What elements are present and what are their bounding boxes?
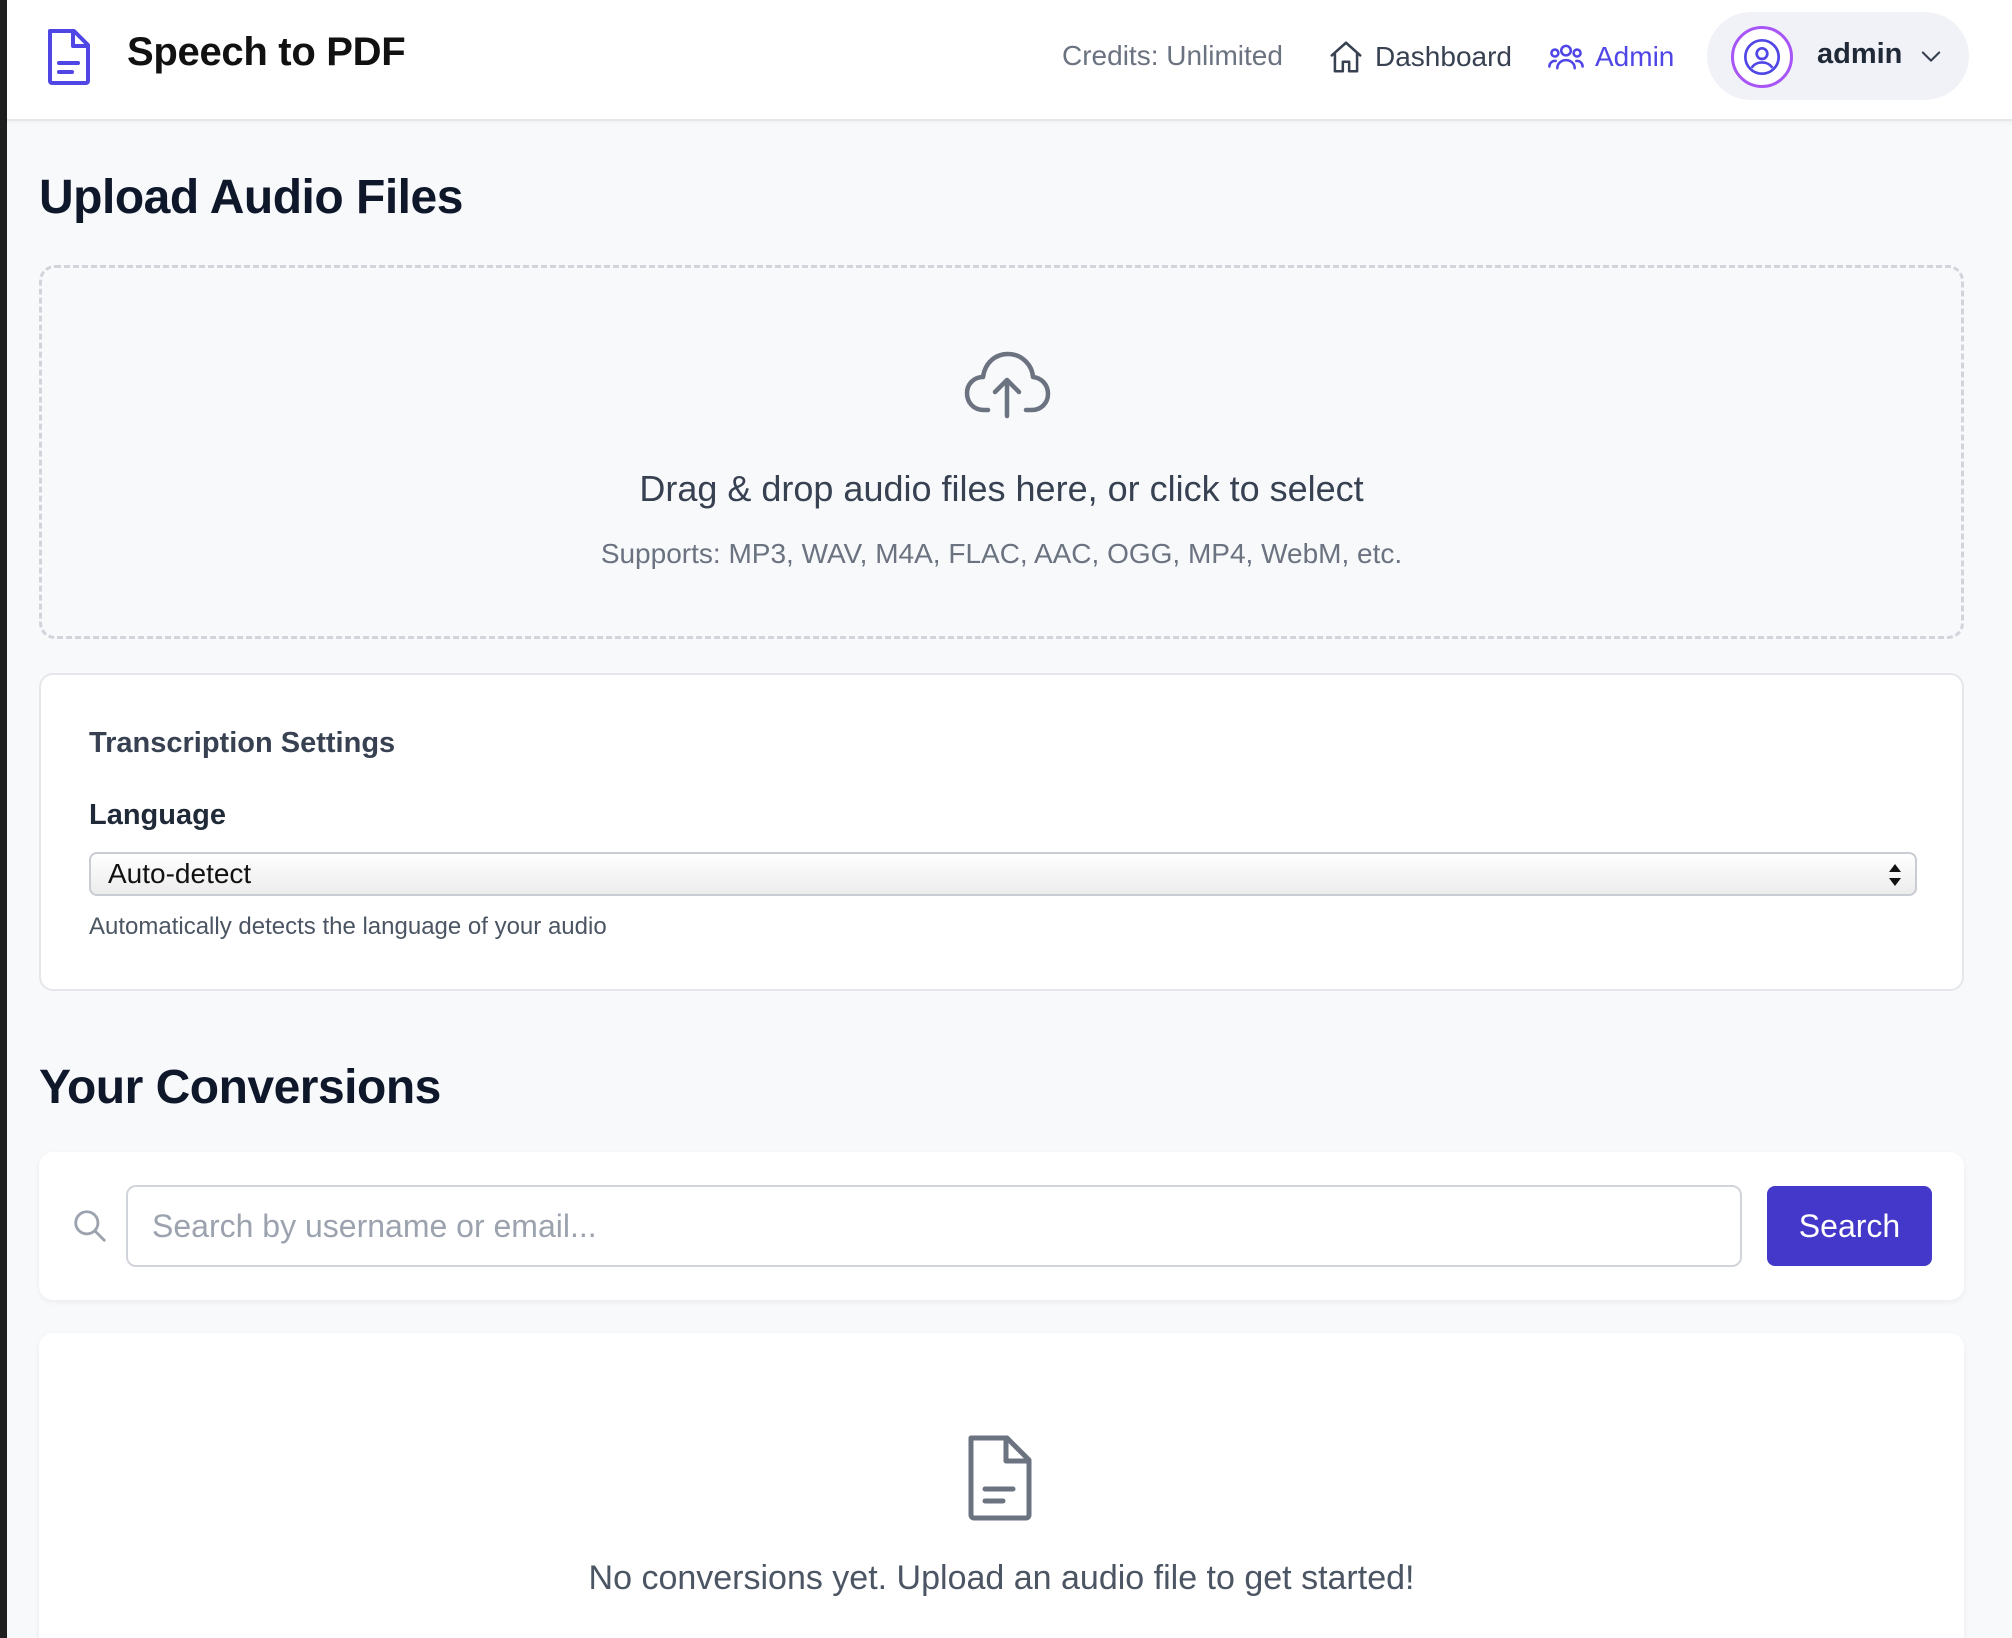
dropzone-title: Drag & drop audio files here, or click t… — [639, 468, 1364, 509]
conversions-heading: Your Conversions — [39, 1061, 441, 1114]
file-dropzone[interactable]: Drag & drop audio files here, or click t… — [39, 265, 1964, 639]
conversions-empty-state: No conversions yet. Upload an audio file… — [39, 1333, 1964, 1638]
search-input[interactable] — [126, 1185, 1742, 1267]
language-help-text: Automatically detects the language of yo… — [89, 913, 607, 940]
user-circle-icon — [1744, 39, 1780, 75]
select-arrows-icon — [1889, 864, 1901, 886]
transcription-settings-card: Transcription Settings Language Auto-det… — [39, 673, 1964, 991]
language-selected-value: Auto-detect — [108, 858, 252, 889]
window-edge — [0, 0, 7, 1638]
cloud-upload-icon — [964, 351, 1051, 419]
user-menu-button[interactable]: admin — [1707, 12, 1969, 100]
nav-dashboard-link[interactable]: Dashboard — [1327, 32, 1512, 82]
search-card: Search — [39, 1152, 1964, 1300]
nav-admin-label: Admin — [1595, 41, 1675, 72]
credits-status: Credits: Unlimited — [1062, 40, 1283, 71]
user-name: admin — [1817, 38, 1903, 70]
upload-heading: Upload Audio Files — [39, 171, 463, 224]
document-icon — [48, 29, 90, 85]
dropzone-supported-formats: Supports: MP3, WAV, M4A, FLAC, AAC, OGG,… — [600, 538, 1403, 569]
document-icon — [968, 1435, 1032, 1521]
app-title[interactable]: Speech to PDF — [127, 30, 406, 75]
search-icon — [74, 1210, 106, 1242]
settings-title: Transcription Settings — [89, 727, 396, 759]
nav-admin-link[interactable]: Admin — [1547, 32, 1674, 82]
empty-state-message: No conversions yet. Upload an audio file… — [588, 1559, 1415, 1597]
top-navbar: Speech to PDF Credits: Unlimited Dashboa… — [7, 0, 2012, 121]
language-select[interactable]: Auto-detect — [89, 852, 1917, 896]
home-icon — [1330, 41, 1362, 73]
nav-dashboard-label: Dashboard — [1375, 41, 1512, 72]
chevron-down-icon — [1921, 51, 1941, 62]
avatar — [1731, 26, 1793, 88]
users-icon — [1548, 44, 1584, 70]
search-button[interactable]: Search — [1767, 1186, 1932, 1266]
language-label: Language — [89, 799, 226, 831]
